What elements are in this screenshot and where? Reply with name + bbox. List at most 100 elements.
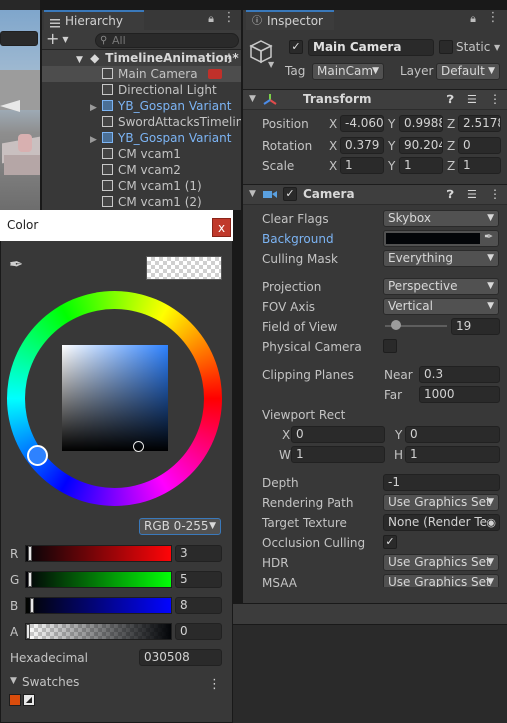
hex-field[interactable]: 030508 [139, 649, 222, 666]
rendering-path-dropdown[interactable]: Use Graphics Set ▼ [383, 494, 499, 511]
more-options-icon[interactable]: ⋮ [222, 10, 236, 25]
g-slider-handle[interactable] [28, 572, 32, 587]
object-picker-icon[interactable]: ◉ [486, 515, 496, 530]
msaa-dropdown[interactable]: Use Graphics Set ▼ [383, 574, 499, 587]
scale-y-field[interactable]: 1 [399, 157, 443, 174]
r-field[interactable]: 3 [175, 545, 222, 562]
add-swatch-button[interactable]: ◢ [23, 694, 35, 706]
hierarchy-item-cm-vcam1-1[interactable]: CM vcam1 (1) [42, 178, 241, 194]
hierarchy-item-yb-gospan-variant[interactable]: ▶ YB_Gospan Variant [42, 98, 241, 114]
tag-dropdown[interactable]: MainCam ▼ [312, 63, 384, 80]
scene-gizmo-icon [0, 100, 20, 112]
position-y-field[interactable]: 0.9988 [399, 115, 443, 132]
b-slider-handle[interactable] [30, 598, 34, 613]
fov-axis-value: Vertical [388, 299, 433, 313]
hierarchy-item-sword-attacks-timeline[interactable]: SwordAttacksTimeline [42, 114, 241, 130]
saturation-value-square[interactable] [62, 345, 168, 451]
far-field[interactable]: 1000 [419, 386, 500, 403]
object-name-field[interactable]: Main Camera [308, 39, 434, 56]
scale-y-label: Y [388, 159, 396, 173]
near-label: Near [384, 368, 413, 382]
lock-icon[interactable]: 🔒︎ [205, 12, 217, 26]
position-x-field[interactable]: -4.060 [340, 115, 384, 132]
fov-axis-dropdown[interactable]: Vertical ▼ [383, 298, 499, 315]
b-slider[interactable] [25, 597, 172, 614]
rotation-x-field[interactable]: 0.379 [340, 137, 384, 154]
hierarchy-search-input[interactable]: ⚲ All [95, 33, 239, 48]
close-button[interactable]: x [212, 218, 231, 237]
hue-cursor[interactable] [27, 445, 48, 466]
viewport-h-field[interactable]: 1 [405, 446, 500, 463]
r-slider-handle[interactable] [28, 546, 32, 561]
tab-inspector[interactable]: ⓘ Inspector [246, 10, 334, 30]
position-z-field[interactable]: 2.5178 [458, 115, 501, 132]
fov-field[interactable]: 19 [451, 318, 500, 335]
layer-dropdown[interactable]: Default ▼ [436, 63, 500, 80]
b-field[interactable]: 8 [175, 597, 222, 614]
background-color-field[interactable]: ✒ [383, 230, 499, 247]
component-menu-icon[interactable]: ⋮ [489, 90, 501, 109]
lock-icon[interactable]: 🔒︎ [467, 12, 479, 26]
expand-arrow-icon[interactable]: ▼ [10, 676, 17, 686]
occlusion-culling-checkbox[interactable]: ✓ [383, 535, 397, 549]
transform-header[interactable]: ▼ Transform ❓︎ ☰ ⋮ [243, 89, 507, 110]
hierarchy-item-label: YB_Gospan Variant [118, 131, 232, 145]
swatches-menu-icon[interactable]: ⋮ [208, 677, 221, 692]
active-checkbox[interactable]: ✓ [289, 40, 303, 54]
eyedropper-icon[interactable]: ✒ [484, 230, 493, 243]
dropdown-arrow-icon: ▼ [487, 253, 494, 263]
g-slider[interactable] [25, 571, 172, 588]
depth-field[interactable]: -1 [383, 474, 500, 491]
static-checkbox[interactable] [439, 40, 453, 54]
eyedropper-icon[interactable]: ✒ [9, 255, 23, 275]
target-texture-field[interactable]: None (Render Te ◉ [383, 514, 500, 531]
transform-axes-icon [263, 94, 277, 105]
g-field[interactable]: 5 [175, 571, 222, 588]
hierarchy-item-cm-vcam1-2[interactable]: CM vcam1 (2) [42, 194, 241, 210]
a-field[interactable]: 0 [175, 623, 222, 640]
chevron-down-icon[interactable]: ▼ [268, 60, 274, 69]
hierarchy-scene-row[interactable]: ▼ ◆ TimelineAnimation* ⋮ [42, 50, 241, 66]
depth-label: Depth [262, 476, 299, 490]
sv-cursor[interactable] [133, 441, 144, 452]
viewport-x-field[interactable]: 0 [291, 426, 385, 443]
preset-icon[interactable]: ☰ [467, 90, 477, 109]
camera-enabled-checkbox[interactable]: ✓ [283, 187, 297, 201]
add-button[interactable]: + ▼ [46, 30, 76, 48]
viewport-w-field[interactable]: 1 [291, 446, 385, 463]
preset-icon[interactable]: ☰ [467, 185, 477, 204]
color-preview-swatch [146, 256, 222, 280]
help-icon[interactable]: ❓︎ [447, 90, 454, 109]
r-slider[interactable] [25, 545, 172, 562]
viewport-y-field[interactable]: 0 [405, 426, 500, 443]
hierarchy-item-directional-light[interactable]: Directional Light [42, 82, 241, 98]
a-slider-handle[interactable] [26, 624, 30, 639]
color-mode-dropdown[interactable]: RGB 0-255 ▼ [139, 518, 221, 535]
scene-search-input[interactable] [0, 31, 38, 46]
help-icon[interactable]: ❓︎ [447, 185, 454, 204]
camera-header[interactable]: ▼ ✓ Camera ❓︎ ☰ ⋮ [243, 184, 507, 205]
hierarchy-item-yb-gospan-variant-2[interactable]: ▶ YB_Gospan Variant [42, 130, 241, 146]
culling-mask-dropdown[interactable]: Everything ▼ [383, 250, 499, 267]
static-dropdown-arrow-icon[interactable]: ▼ [494, 43, 500, 52]
a-slider[interactable] [25, 623, 172, 640]
scale-x-field[interactable]: 1 [340, 157, 384, 174]
rotation-y-field[interactable]: 90.204 [399, 137, 443, 154]
near-field[interactable]: 0.3 [419, 366, 500, 383]
component-menu-icon[interactable]: ⋮ [489, 185, 501, 204]
physical-camera-checkbox[interactable] [383, 339, 397, 353]
swatch-item[interactable] [9, 694, 21, 706]
projection-dropdown[interactable]: Perspective ▼ [383, 278, 499, 295]
hierarchy-item-main-camera[interactable]: Main Camera [42, 66, 241, 82]
occlusion-culling-label: Occlusion Culling [262, 536, 366, 550]
hierarchy-item-label: CM vcam2 [118, 163, 181, 177]
hierarchy-item-cm-vcam1[interactable]: CM vcam1 [42, 146, 241, 162]
tab-hierarchy[interactable]: Hierarchy [44, 10, 144, 30]
hierarchy-item-cm-vcam2[interactable]: CM vcam2 [42, 162, 241, 178]
scale-z-field[interactable]: 1 [458, 157, 501, 174]
more-options-icon[interactable]: ⋮ [486, 10, 500, 25]
clear-flags-dropdown[interactable]: Skybox ▼ [383, 210, 499, 227]
hdr-dropdown[interactable]: Use Graphics Set ▼ [383, 554, 499, 571]
scene-more-icon[interactable]: ⋮ [223, 50, 235, 66]
rotation-z-field[interactable]: 0 [458, 137, 501, 154]
